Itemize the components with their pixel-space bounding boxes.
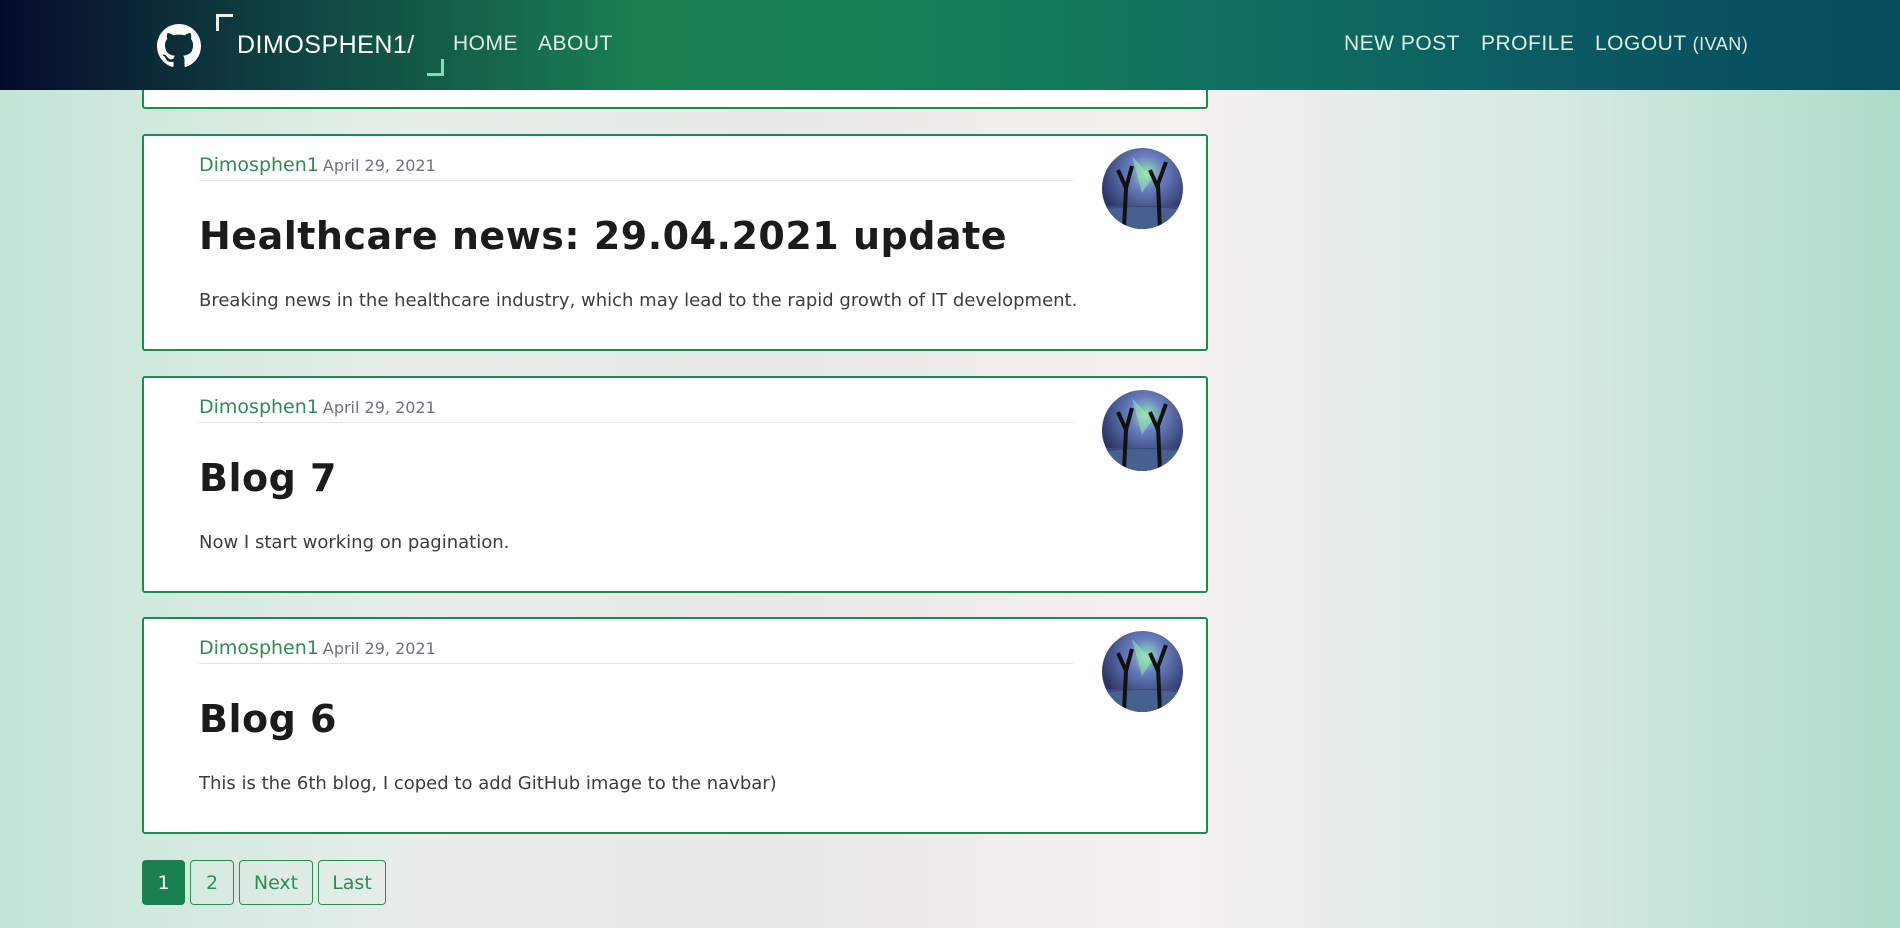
author-avatar xyxy=(1102,390,1183,471)
logout-username: (IVAN) xyxy=(1692,34,1749,54)
post-author-link[interactable]: Dimosphen1 xyxy=(199,154,319,176)
nav-new-post-link[interactable]: NEW POST xyxy=(1344,32,1460,56)
brand-title[interactable]: DIMOSPHEN1/ xyxy=(237,31,415,60)
logout-label: LOGOUT xyxy=(1595,32,1687,55)
page-2-button[interactable]: 2 xyxy=(190,860,234,905)
post-date: April 29, 2021 xyxy=(322,398,436,417)
post-meta: Dimosphen1 April 29, 2021 xyxy=(199,396,1073,423)
post-content: Breaking news in the healthcare industry… xyxy=(199,290,1078,311)
last-page-button[interactable]: Last xyxy=(318,860,386,905)
author-avatar xyxy=(1102,148,1183,229)
avatar-image xyxy=(1102,631,1183,712)
post-author-link[interactable]: Dimosphen1 xyxy=(199,637,319,659)
avatar-image xyxy=(1102,148,1183,229)
avatar-image xyxy=(1102,390,1183,471)
post-title-link[interactable]: Blog 7 xyxy=(199,456,337,500)
post-meta: Dimosphen1 April 29, 2021 xyxy=(199,637,1073,664)
nav-about-link[interactable]: ABOUT xyxy=(538,32,613,56)
post-content: Now I start working on pagination. xyxy=(199,532,510,553)
page-1-button[interactable]: 1 xyxy=(142,860,185,905)
post-card: Dimosphen1 April 29, 2021 Blog 7 Now I st… xyxy=(142,376,1208,593)
nav-profile-link[interactable]: PROFILE xyxy=(1481,32,1574,56)
bracket-bottom-right-decoration xyxy=(427,59,444,76)
next-page-button[interactable]: Next xyxy=(239,860,313,905)
bracket-top-left-decoration xyxy=(216,14,233,31)
author-avatar xyxy=(1102,631,1183,712)
post-date: April 29, 2021 xyxy=(322,156,436,175)
post-title-link[interactable]: Healthcare news: 29.04.2021 update xyxy=(199,214,1007,258)
brand-logo[interactable]: DIMOSPHEN1/ xyxy=(216,14,444,76)
post-author-link[interactable]: Dimosphen1 xyxy=(199,396,319,418)
post-date: April 29, 2021 xyxy=(322,639,436,658)
navbar: DIMOSPHEN1/ HOME ABOUT NEW POST PROFILE … xyxy=(0,0,1900,90)
nav-logout-link[interactable]: LOGOUT (IVAN) xyxy=(1595,32,1748,56)
post-content: This is the 6th blog, I coped to add Git… xyxy=(199,773,777,794)
nav-home-link[interactable]: HOME xyxy=(453,32,518,56)
post-meta: Dimosphen1 April 29, 2021 xyxy=(199,154,1073,181)
post-title-link[interactable]: Blog 6 xyxy=(199,697,337,741)
post-card: Dimosphen1 April 29, 2021 Healthcare news… xyxy=(142,134,1208,351)
github-icon[interactable] xyxy=(157,24,201,68)
post-card: Dimosphen1 April 29, 2021 Blog 6 This is … xyxy=(142,617,1208,834)
